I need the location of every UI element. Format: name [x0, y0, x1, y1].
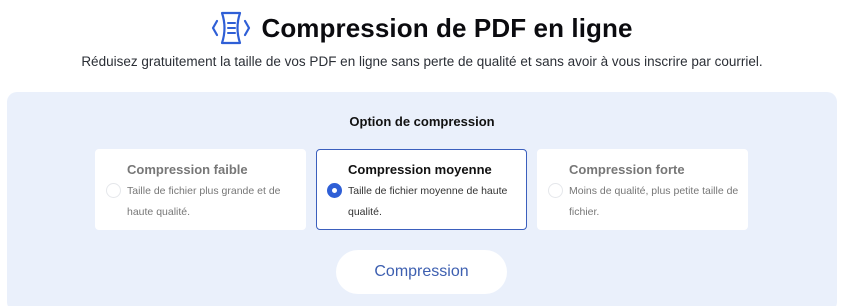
compression-section-title: Option de compression [349, 114, 495, 129]
option-medium-compression[interactable]: Compression moyenne Taille de fichier mo… [316, 149, 527, 230]
compress-document-icon [212, 11, 251, 45]
option-high-compression[interactable]: Compression forte Moins de qualité, plus… [537, 149, 748, 230]
option-description: Moins de qualité, plus petite taille de … [569, 185, 739, 218]
high-compression-radio[interactable] [548, 183, 563, 198]
option-title: Compression faible [127, 162, 248, 177]
low-compression-radio[interactable] [106, 183, 121, 198]
header: Compression de PDF en ligne [0, 8, 844, 48]
option-description: Taille de fichier moyenne de haute quali… [348, 185, 508, 218]
compress-button[interactable]: Compression [336, 250, 507, 294]
page-title: Compression de PDF en ligne [261, 12, 633, 43]
page-subtitle: Réduisez gratuitement la taille de vos P… [81, 54, 763, 69]
option-description: Taille de fichier plus grande et de haut… [127, 185, 281, 218]
option-title: Compression forte [569, 162, 685, 177]
option-title: Compression moyenne [348, 162, 492, 177]
compression-options-panel: Option de compression Compression faible… [7, 92, 837, 306]
page: Compression de PDF en ligne Réduisez gra… [0, 0, 844, 306]
option-low-compression[interactable]: Compression faible Taille de fichier plu… [95, 149, 306, 230]
medium-compression-radio[interactable] [327, 183, 342, 198]
